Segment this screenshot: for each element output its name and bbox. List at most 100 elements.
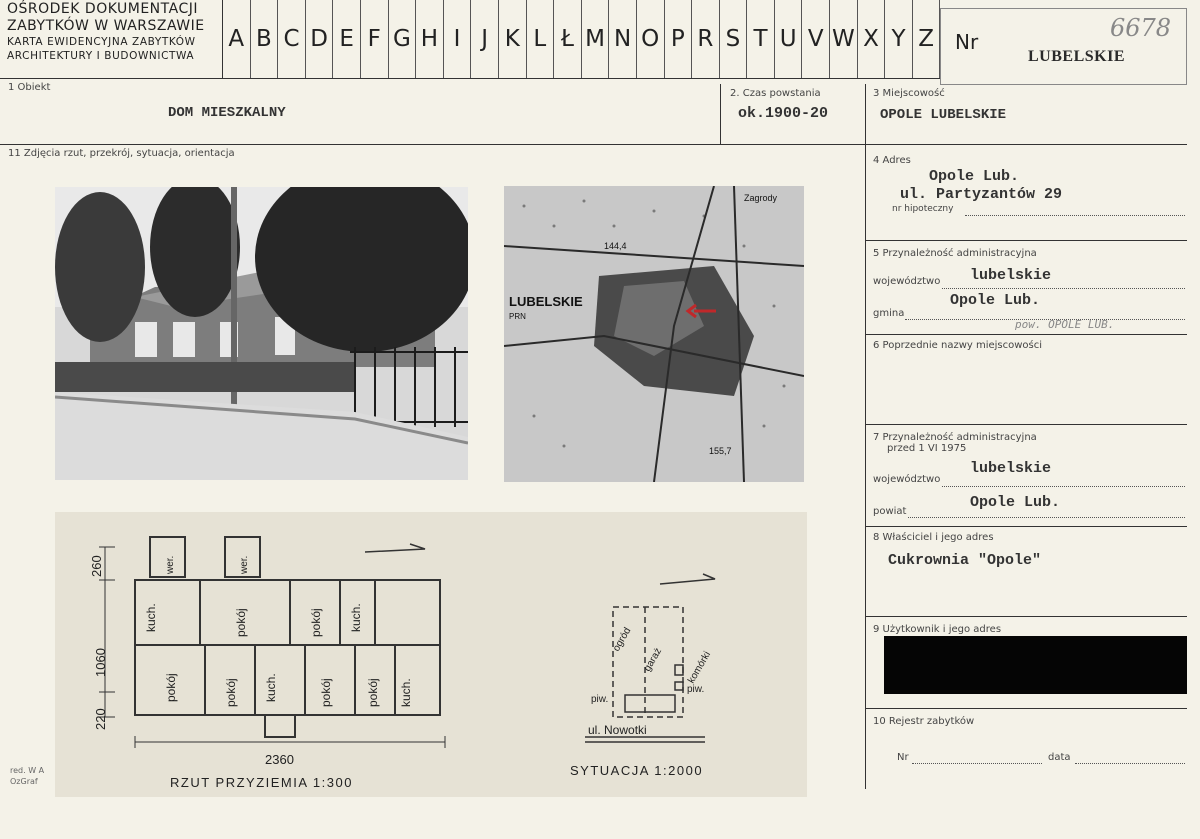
floor-plan-panel: 260 1060 220 2360 kuch. pokój pokój kuch… — [55, 512, 807, 797]
index-letter-19: S — [720, 0, 748, 78]
rule-8 — [865, 616, 1187, 617]
index-letter-1: A — [223, 0, 251, 78]
register-nr-label: Nr — [897, 752, 909, 763]
veranda-label-2: wer. — [239, 556, 250, 575]
index-letter-10: J — [471, 0, 499, 78]
field-10-label: 10 Rejestr zabytków — [873, 716, 975, 727]
register-date-line — [1075, 762, 1185, 764]
index-letter-8: H — [416, 0, 444, 78]
address-line-1: Opole Lub. — [929, 168, 1020, 185]
field-6-label: 6 Poprzednie nazwy miejscowości — [873, 340, 1043, 351]
voivodeship-value-7: lubelskie — [970, 460, 1052, 477]
inventory-card: OŚRODEK DOKUMENTACJI ZABYTKÓW W WARSZAWI… — [0, 0, 1200, 839]
map-elevation-1: 144,4 — [604, 241, 627, 251]
room-label-7: kuch. — [264, 673, 278, 702]
index-letter-16: O — [637, 0, 665, 78]
construction-date: ok.1900-20 — [738, 105, 829, 122]
district-label: powiat — [873, 506, 907, 517]
index-letter-7: G — [389, 0, 417, 78]
county-note: pow. OPOLE LUB. — [1015, 318, 1115, 331]
room-label-1: kuch. — [144, 603, 158, 632]
rule-4 — [865, 240, 1187, 241]
object-name: DOM MIESZKALNY — [168, 105, 286, 121]
room-label-4: kuch. — [349, 603, 363, 632]
plan-caption: RZUT PRZYZIEMIA 1:300 — [170, 775, 353, 790]
right-column-divider — [865, 84, 866, 789]
map-place-label: Zagrody — [744, 193, 778, 203]
district-value: Opole Lub. — [970, 494, 1061, 511]
room-label-9: pokój — [366, 678, 380, 707]
field-3-label: 3 Miejscowość — [873, 88, 945, 99]
address-line-2: ul. Partyzantów 29 — [900, 186, 1063, 203]
organization-header: OŚRODEK DOKUMENTACJI ZABYTKÓW W WARSZAWI… — [7, 1, 222, 63]
index-letter-15: N — [609, 0, 637, 78]
room-label-5: pokój — [164, 673, 178, 702]
dim-bot: 220 — [93, 708, 108, 730]
building-photo — [55, 187, 468, 480]
map-elevation-2: 155,7 — [709, 446, 732, 456]
floor-plan-drawing: 260 1060 220 2360 kuch. pokój pokój kuch… — [89, 536, 716, 790]
register-date-label: data — [1048, 752, 1071, 763]
index-letter-4: D — [306, 0, 334, 78]
situation-sheds: komórki — [686, 650, 713, 686]
index-letter-18: R — [692, 0, 720, 78]
org-line-1: OŚRODEK DOKUMENTACJI — [7, 1, 198, 17]
handwritten-number: 6678 — [1110, 14, 1172, 42]
mortgage-nr-label: nr hipoteczny — [892, 204, 954, 214]
commune-label: gmina — [873, 308, 905, 319]
org-line-3: KARTA EWIDENCYJNA ZABYTKÓW — [7, 36, 196, 48]
commune-value: Opole Lub. — [950, 292, 1041, 309]
org-line-4: ARCHITEKTURY I BUDOWNICTWA — [7, 50, 195, 62]
situation-street: ul. Nowotki — [588, 723, 647, 737]
index-letter-12: L — [527, 0, 555, 78]
voivodeship-value-5: lubelskie — [970, 267, 1052, 284]
locality: OPOLE LUBELSKIE — [880, 107, 1007, 123]
owner-value: Cukrownia "Opole" — [888, 552, 1042, 569]
field-9-label: 9 Użytkownik i jego adres — [873, 624, 1002, 635]
mortgage-line — [965, 214, 1185, 216]
field-7-sub: przed 1 VI 1975 — [887, 443, 967, 454]
org-line-2: ZABYTKÓW W WARSZAWIE — [7, 18, 205, 34]
veranda-label-1: wer. — [165, 556, 176, 575]
map-region-label: LUBELSKIE — [509, 294, 583, 309]
divider-1 — [720, 84, 721, 144]
room-label-8: pokój — [319, 678, 333, 707]
district-line — [908, 516, 1185, 518]
index-letter-9: I — [444, 0, 472, 78]
rule-9 — [865, 708, 1187, 709]
photo-image — [55, 187, 468, 480]
dim-width: 2360 — [265, 752, 294, 767]
index-letter-25: Y — [885, 0, 913, 78]
situation-cellar-2: piw. — [687, 684, 704, 695]
room-label-6: pokój — [224, 678, 238, 707]
index-letter-24: X — [858, 0, 886, 78]
index-letter-6: F — [361, 0, 389, 78]
field-8-label: 8 Właściciel i jego adres — [873, 532, 994, 543]
map-image: LUBELSKIE PRN 144,4 155,7 Zagrody — [504, 186, 804, 482]
index-letter-22: V — [802, 0, 831, 78]
voivodeship-label-7: województwo — [873, 474, 941, 485]
rule-6 — [865, 424, 1187, 425]
voivodeship-line-5 — [942, 287, 1185, 289]
room-label-2: pokój — [234, 608, 248, 637]
index-letter-17: P — [665, 0, 693, 78]
row-rule — [0, 144, 1187, 145]
index-letter-13: Ł — [554, 0, 582, 78]
room-label-3: pokój — [309, 608, 323, 637]
rule-7 — [865, 526, 1187, 527]
alphabet-index: ABCDEFGHIJKLŁMNOPRSTUVWXYZ — [223, 0, 941, 78]
field-4-label: 4 Adres — [873, 155, 911, 166]
room-label-10: kuch. — [399, 678, 413, 707]
location-map: LUBELSKIE PRN 144,4 155,7 Zagrody — [504, 186, 804, 482]
index-letter-23: W — [830, 0, 858, 78]
register-nr-line — [912, 762, 1042, 764]
field-11-label: 11 Zdjęcia rzut, przekrój, sytuacja, ori… — [8, 148, 235, 159]
footer-line-2: OzGraf — [10, 777, 38, 786]
dim-top: 260 — [89, 555, 104, 577]
dim-mid: 1060 — [93, 648, 108, 677]
situation-cellar-1: piw. — [591, 694, 608, 705]
index-letter-5: E — [333, 0, 361, 78]
rule-5 — [865, 334, 1187, 335]
header-rule — [0, 78, 940, 79]
field-1-label: 1 Obiekt — [8, 82, 51, 93]
